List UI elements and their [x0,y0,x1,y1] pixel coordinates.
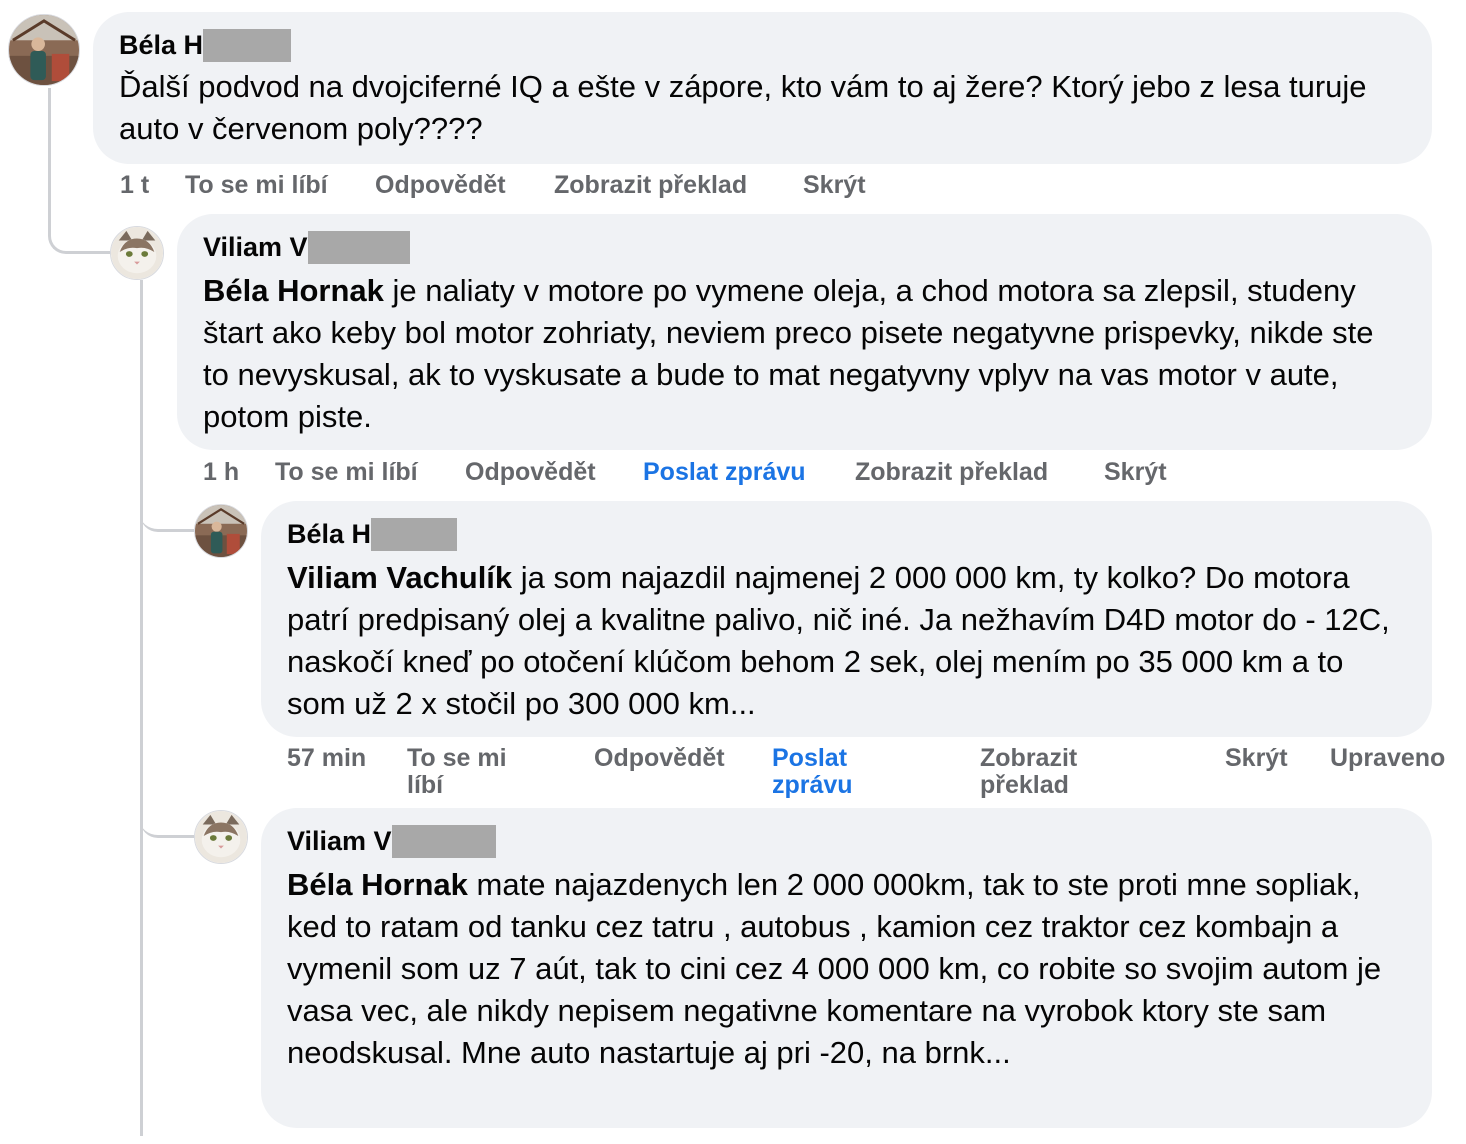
timestamp[interactable]: 1 t [120,172,149,199]
mention-link[interactable]: Béla Hornak [287,867,468,902]
thread-connector-reply-3 [140,790,194,838]
translate-button[interactable]: Zobrazit překlad [980,745,1110,799]
like-button[interactable]: To se mi líbí [407,745,537,799]
send-message-button[interactable]: Poslat zprávu [772,745,882,799]
timestamp[interactable]: 1 h [203,459,239,486]
comment-text: Béla Hornak je naliaty v motore po vymen… [203,270,1406,438]
reply-button[interactable]: Odpovědět [594,745,725,772]
reply-bubble: Béla H Viliam Vachulík ja som najazdil n… [261,501,1432,737]
comment-text: Béla Hornak mate najazdenych len 2 000 0… [287,864,1406,1074]
mention-link[interactable]: Béla Hornak [203,273,384,308]
hide-button[interactable]: Skrýt [1225,745,1288,772]
comment-actions: 1 h To se mi líbí Odpovědět Poslat zpráv… [203,459,1203,487]
reply-bubble: Viliam V Béla Hornak mate najazdenych le… [261,808,1432,1128]
author-name[interactable]: Béla H [119,28,203,62]
reply-bubble: Viliam V Béla Hornak je naliaty v motore… [177,214,1432,450]
like-button[interactable]: To se mi líbí [185,172,328,199]
redacted-surname [371,517,458,551]
timestamp[interactable]: 57 min [287,745,367,772]
avatar-bela[interactable] [194,504,248,558]
comment-author[interactable]: Béla H [287,517,1406,551]
edited-label[interactable]: Upraveno [1330,745,1445,772]
redacted-surname [391,824,496,858]
cat-avatar-icon [111,227,163,279]
send-message-button[interactable]: Poslat zprávu [643,459,806,486]
like-button[interactable]: To se mi líbí [275,459,418,486]
comment-actions: 57 min To se mi líbí Odpovědět Poslat zp… [287,745,1457,801]
mention-link[interactable]: Viliam Vachulík [287,560,512,595]
author-name[interactable]: Viliam V [287,824,392,858]
author-name[interactable]: Béla H [287,517,371,551]
comment-body: Ďalší podvod na dvojciferné IQ a ešte v … [119,69,1367,146]
thread-line-replies [140,280,143,1136]
redacted-surname [203,28,292,62]
author-name[interactable]: Viliam V [203,230,308,264]
comment-author[interactable]: Viliam V [287,824,1406,858]
avatar-bela[interactable] [8,14,80,86]
translate-button[interactable]: Zobrazit překlad [855,459,1048,486]
translate-button[interactable]: Zobrazit překlad [554,172,747,199]
comment-author[interactable]: Béla H [119,28,1406,62]
hide-button[interactable]: Skrýt [803,172,866,199]
avatar-viliam[interactable] [194,810,248,864]
comment-text: Viliam Vachulík ja som najazdil najmenej… [287,557,1406,725]
reply-button[interactable]: Odpovědět [375,172,506,199]
thread-connector-reply-2 [140,480,194,532]
comment-text: Ďalší podvod na dvojciferné IQ a ešte v … [119,66,1406,150]
reply-button[interactable]: Odpovědět [465,459,596,486]
redacted-surname [307,230,410,264]
avatar-viliam[interactable] [110,226,164,280]
person-outdoors-avatar-icon [195,505,247,557]
comment-bubble: Béla H Ďalší podvod na dvojciferné IQ a … [93,12,1432,164]
hide-button[interactable]: Skrýt [1104,459,1167,486]
comment-actions: 1 t To se mi líbí Odpovědět Zobrazit pře… [120,172,1020,200]
person-outdoors-avatar-icon [9,15,79,85]
comment-author[interactable]: Viliam V [203,230,1406,264]
cat-avatar-icon [195,811,247,863]
